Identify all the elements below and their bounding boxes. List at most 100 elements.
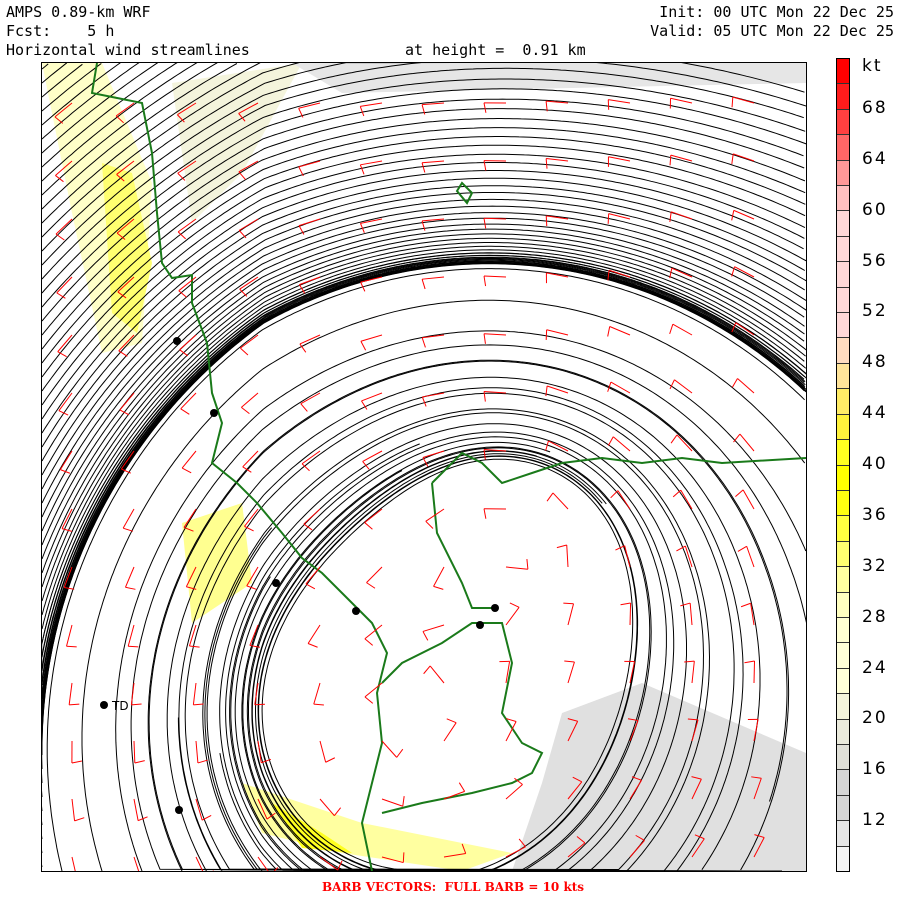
colorbar-swatch: [837, 567, 849, 593]
wind-barb: [124, 566, 136, 590]
colorbar-swatch: [837, 211, 849, 237]
wind-barb: [381, 796, 405, 807]
colorbar-swatch: [837, 541, 849, 568]
station-dot: [100, 701, 108, 709]
speed-shade-patch: [182, 503, 252, 623]
streamline: [41, 263, 806, 742]
wind-barb: [244, 508, 259, 532]
wind-barb: [564, 660, 575, 684]
colorbar-label: 36: [862, 504, 888, 525]
wind-barb: [319, 740, 336, 763]
wind-barb: [680, 602, 693, 626]
station-dot: [491, 604, 499, 612]
wind-barb: [545, 158, 569, 169]
wind-barb: [179, 334, 197, 357]
valid-time: Valid: 05 UTC Mon 22 Dec 25: [650, 22, 894, 40]
colorbar-swatch: [837, 84, 849, 110]
wind-barb: [360, 334, 383, 351]
wind-barb: [563, 602, 575, 626]
wind-barb: [423, 665, 445, 684]
init-time: Init: 00 UTC Mon 22 Dec 25: [659, 3, 894, 21]
colorbar-swatch: [837, 109, 849, 136]
colorbar-label: 68: [862, 97, 888, 118]
wind-barb: [505, 559, 529, 570]
colorbar-label: 56: [862, 250, 888, 271]
wind-barb: [66, 624, 77, 648]
colorbar-label: 60: [862, 199, 888, 220]
colorbar-swatch: [837, 795, 849, 822]
colorbar-label: 40: [862, 454, 888, 474]
colorbar-label: 64: [862, 148, 888, 169]
colorbar-swatch: [837, 643, 849, 669]
height-label: at height = 0.91 km: [405, 41, 586, 59]
wind-barb: [433, 566, 445, 590]
colorbar-swatch: [837, 846, 849, 871]
field-title: Horizontal wind streamlines: [6, 41, 250, 59]
station-dot: [175, 806, 183, 814]
colorbar-swatch: [837, 744, 849, 771]
wind-barb: [299, 334, 321, 353]
colorbar-label: 32: [862, 555, 888, 576]
wind-barb: [71, 740, 83, 764]
wind-barb: [307, 624, 321, 648]
map-plot: TD: [40, 61, 808, 879]
wind-barb: [607, 436, 631, 452]
wind-barb: [181, 450, 197, 474]
station-dot: [476, 621, 484, 629]
barb-legend: BARB VECTORS: FULL BARB = 10 kts: [322, 880, 585, 894]
wind-barb: [607, 99, 631, 110]
streamline: [41, 262, 806, 770]
station-dot: [210, 409, 218, 417]
colorbar-swatch: [837, 135, 849, 161]
wind-barb: [192, 682, 204, 706]
wind-barb: [362, 450, 383, 470]
colorbar-label: 12: [862, 810, 888, 831]
colorbar-swatch: [837, 338, 849, 364]
station-label: TD: [111, 699, 129, 713]
colorbar-swatch: [837, 363, 849, 390]
wind-barb: [303, 508, 321, 531]
wind-barb: [505, 602, 520, 626]
wind-barb: [676, 545, 693, 568]
coastline-segment: [381, 622, 544, 814]
wind-barb: [242, 450, 259, 473]
wind-barb: [421, 276, 445, 290]
colorbar-swatch: [837, 668, 849, 695]
colorbar-swatch: [837, 389, 849, 415]
wind-barb: [238, 218, 259, 239]
colorbar-label: 44: [862, 403, 888, 424]
colorbar-label: 16: [862, 759, 888, 780]
wind-barb: [443, 718, 457, 742]
colorbar-swatch: [837, 592, 849, 618]
speed-shade-patch: [242, 783, 512, 871]
wind-barb: [546, 492, 569, 510]
colorbar-swatch: [837, 516, 849, 542]
colorbar-swatch: [837, 160, 849, 187]
wind-barb: [731, 209, 755, 221]
wind-barb: [133, 856, 151, 879]
colorbar-unit: kt: [862, 56, 883, 76]
colorbar-label: 24: [862, 657, 888, 678]
station-dot: [272, 579, 280, 587]
wind-barb: [133, 740, 145, 764]
wind-barb: [483, 275, 507, 287]
wind-barb: [364, 508, 383, 530]
wind-barb: [669, 323, 693, 336]
wind-barb: [71, 798, 85, 822]
wind-barb: [71, 856, 87, 879]
colorbar-label: 48: [862, 352, 888, 373]
wind-barb: [68, 682, 80, 706]
wind-barb: [241, 392, 259, 415]
colorbar-swatch: [837, 59, 849, 85]
colorbar-swatch: [837, 236, 849, 263]
wind-barb: [545, 272, 569, 284]
colorbar: [836, 58, 850, 872]
colorbar-swatch: [837, 440, 849, 466]
wind-barb: [313, 682, 324, 706]
wind-barb: [366, 566, 383, 589]
colorbar-swatch: [837, 465, 849, 491]
station-dot: [173, 337, 181, 345]
wind-barb: [483, 102, 507, 113]
wind-barb: [737, 545, 755, 568]
colorbar-swatch: [837, 186, 849, 212]
